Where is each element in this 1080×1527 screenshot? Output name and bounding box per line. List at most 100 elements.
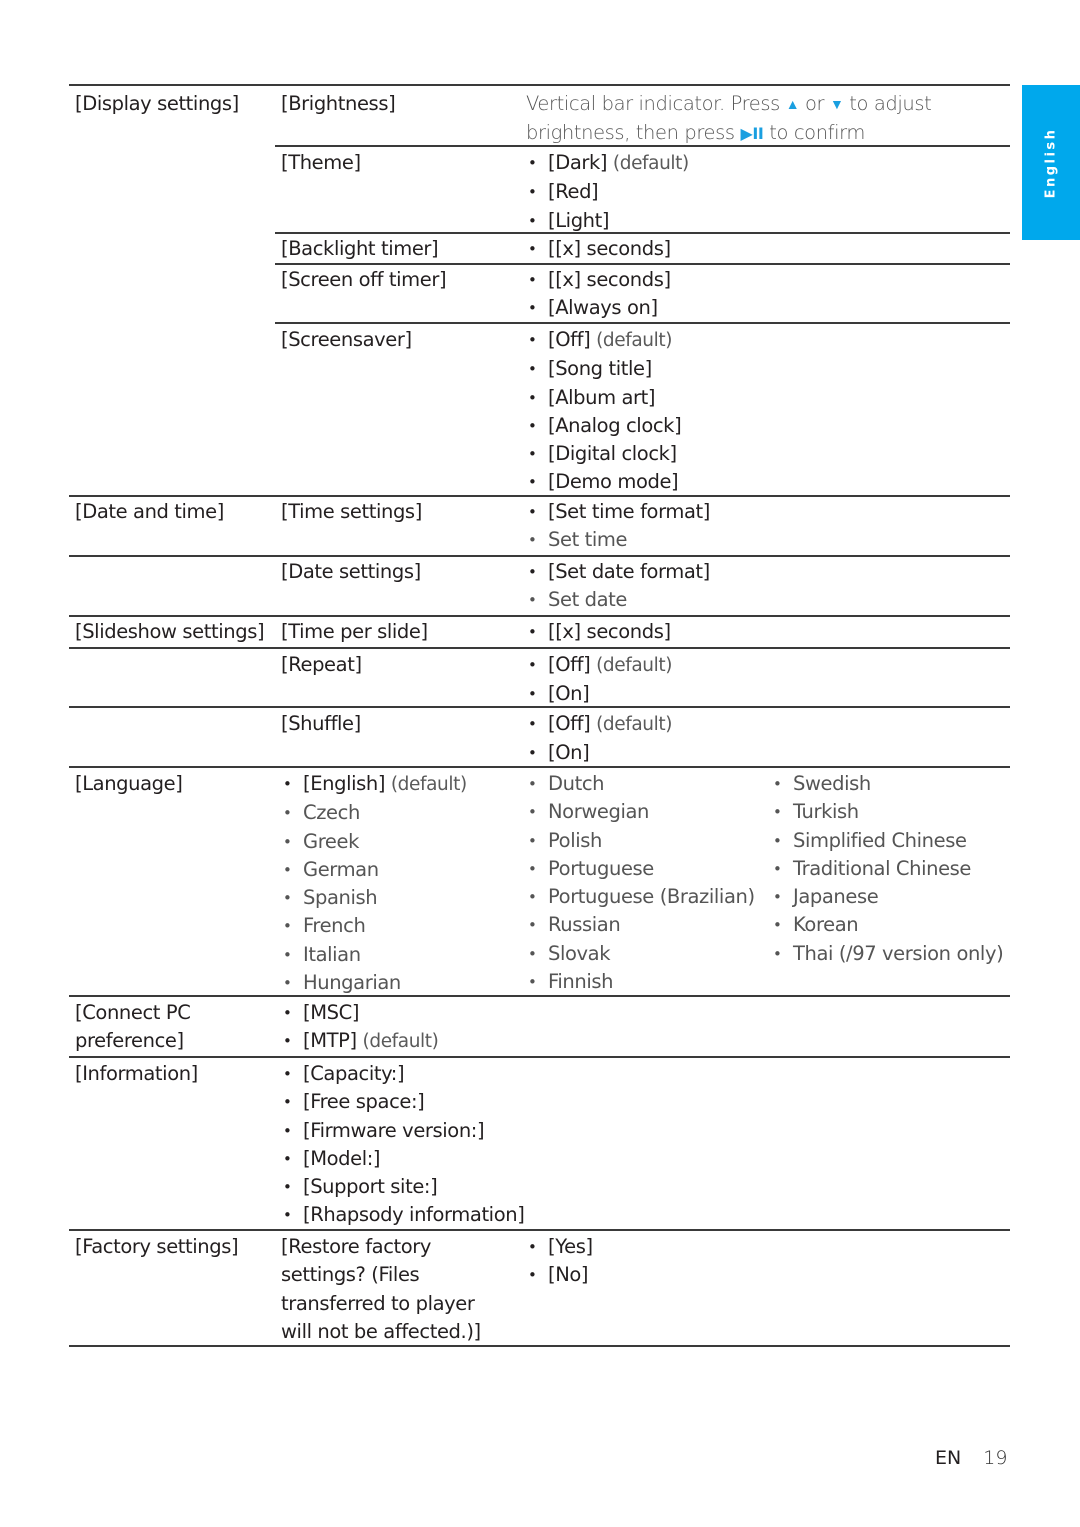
section-language: [Language] [English] (default) Czech Gre…	[69, 766, 1010, 998]
language-side-tab: English	[1022, 85, 1080, 240]
section-date-and-time: [Date and time] [Time settings] [Set tim…	[69, 495, 1010, 555]
language-side-tab-label: English	[1043, 127, 1059, 198]
section-label: [Language]	[75, 772, 183, 795]
language-item: Slovak	[526, 940, 755, 969]
language-item: Czech	[281, 799, 467, 828]
section-date-settings: [Date settings] [Set date format] Set da…	[69, 555, 1010, 615]
option-item: [Free space:]	[281, 1088, 524, 1117]
language-item: Portuguese (Brazilian)	[526, 883, 755, 912]
option-item: [Light]	[526, 207, 689, 236]
language-item: Japanese	[771, 883, 1003, 912]
setting-label: [Date settings]	[281, 560, 421, 583]
option-item: [Red]	[526, 178, 689, 207]
language-column-2: Dutch Norwegian Polish Portuguese Portug…	[526, 770, 755, 997]
desc-text: to adjust	[849, 92, 932, 115]
screensaver-options: [Off] (default) [Song title] [Album art]…	[526, 326, 682, 497]
setting-label: [Theme]	[281, 151, 361, 174]
language-item: German	[281, 856, 467, 885]
option-item: [On]	[526, 739, 672, 768]
desc-text: brightness, then press	[526, 121, 735, 145]
option-item: Set date	[526, 586, 710, 615]
section-label: [Slideshow settings]	[75, 620, 265, 643]
page-number: 19	[983, 1447, 1008, 1469]
footer-language-code: EN	[935, 1447, 962, 1469]
information-options: [Capacity:] [Free space:] [Firmware vers…	[281, 1060, 525, 1230]
language-column-1: [English] (default) Czech Greek German S…	[281, 770, 467, 998]
setting-backlight-timer: [Backlight timer] [[x] seconds]	[275, 232, 1010, 265]
repeat-options: [Off] (default) [On]	[526, 651, 672, 709]
setting-shuffle: [Shuffle] [Off] (default) [On]	[69, 706, 1010, 768]
option-item: [Support site:]	[281, 1173, 524, 1202]
language-item: Norwegian	[526, 798, 755, 827]
option-item: [Demo mode]	[526, 468, 681, 497]
option-item: [MSC]	[281, 999, 438, 1028]
option-item: [[x] seconds]	[526, 618, 671, 647]
setting-label: [Shuffle]	[281, 712, 361, 735]
option-item: [Set time format]	[526, 498, 710, 527]
time-per-slide-options: [[x] seconds]	[526, 618, 671, 647]
option-item: [MTP] (default)	[281, 1027, 439, 1056]
section-factory-settings: [Factory settings] [Restore factory sett…	[69, 1229, 1010, 1347]
language-item: [English] (default)	[281, 770, 467, 799]
option-item: [Always on]	[526, 294, 671, 323]
section-label: [Date and time]	[75, 500, 224, 523]
option-item: [Analog clock]	[526, 412, 682, 441]
option-item: [Song title]	[526, 355, 681, 384]
backlight-options: [[x] seconds]	[526, 235, 671, 264]
desc-text: Vertical bar indicator. Press	[526, 92, 780, 115]
setting-theme: [Theme] [Dark] (default) [Red] [Light]	[275, 145, 1010, 236]
section-label: [Factory settings]	[75, 1235, 239, 1258]
option-item: [Off] (default)	[526, 326, 681, 355]
option-item: [Off] (default)	[526, 710, 672, 739]
setting-label: [Time settings]	[281, 500, 422, 523]
language-item: Dutch	[526, 770, 755, 799]
option-item: [Dark] (default)	[526, 149, 689, 178]
option-item: [Off] (default)	[526, 651, 672, 680]
setting-label: [Repeat]	[281, 653, 362, 676]
factory-options: [Yes] [No]	[526, 1233, 593, 1290]
language-item: Turkish	[771, 798, 1003, 827]
option-item: [Digital clock]	[526, 440, 681, 469]
language-item: French	[281, 912, 467, 941]
language-item: Spanish	[281, 884, 467, 913]
option-item: [On]	[526, 680, 672, 709]
date-settings-options: [Set date format] Set date	[526, 558, 710, 615]
section-label: [Information]	[75, 1062, 198, 1085]
connect-pc-options: [MSC] [MTP] (default)	[281, 999, 439, 1057]
screen-off-options: [[x] seconds] [Always on]	[526, 266, 671, 323]
setting-label: [Time per slide]	[281, 620, 428, 643]
page-footer: EN 19	[935, 1447, 1007, 1469]
option-item: [Rhapsody information]	[281, 1201, 525, 1230]
restore-factory-prompt: [Restore factory settings? (Files transf…	[281, 1235, 481, 1343]
down-arrow-icon: ▼	[829, 97, 844, 113]
section-slideshow-settings: [Slideshow settings] [Time per slide] [[…	[69, 615, 1010, 647]
settings-table: [Display settings] [Brightness] Vertical…	[69, 84, 1010, 1347]
language-item: Russian	[526, 911, 755, 940]
option-item: [Firmware version:]	[281, 1117, 524, 1146]
setting-label: [Backlight timer]	[281, 237, 439, 260]
language-item: Simplified Chinese	[771, 827, 1003, 856]
setting-label: [Screen off timer]	[281, 268, 447, 291]
desc-text: or	[805, 92, 825, 115]
up-arrow-icon: ▲	[785, 97, 800, 113]
option-item: [[x] seconds]	[526, 266, 671, 295]
section-label: [Display settings]	[75, 92, 239, 115]
language-item: Korean	[771, 911, 1003, 940]
language-item: Polish	[526, 827, 755, 856]
language-item: Swedish	[771, 770, 1003, 799]
shuffle-options: [Off] (default) [On]	[526, 710, 672, 768]
option-item: [Yes]	[526, 1233, 593, 1262]
language-column-3: Swedish Turkish Simplified Chinese Tradi…	[771, 770, 1004, 969]
language-item: Portuguese	[526, 855, 755, 884]
option-item: [Capacity:]	[281, 1060, 524, 1089]
desc-text: to confirm	[769, 121, 866, 145]
section-connect-pc-preference: [Connect PC preference] [MSC] [MTP] (def…	[69, 995, 1010, 1056]
setting-repeat: [Repeat] [Off] (default) [On]	[69, 647, 1010, 709]
option-item: [Model:]	[281, 1145, 524, 1174]
setting-brightness: [Brightness] Vertical bar indicator. Pre…	[275, 86, 1010, 145]
option-item: [[x] seconds]	[526, 235, 671, 264]
section-information: [Information] [Capacity:] [Free space:] …	[69, 1056, 1010, 1230]
play-pause-icon: ▶II	[740, 124, 764, 144]
language-item: Thai (/97 version only)	[771, 940, 1004, 969]
time-settings-options: [Set time format] Set time	[526, 498, 710, 555]
